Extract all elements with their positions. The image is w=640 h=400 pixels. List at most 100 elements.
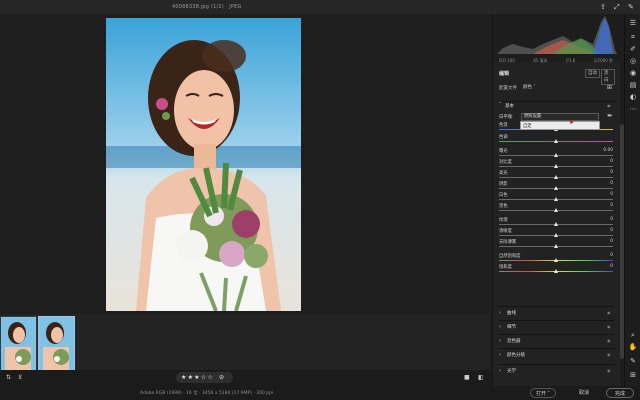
slider-value[interactable]: 0.00 bbox=[603, 148, 613, 153]
slider-row[interactable]: 阴影 0 bbox=[499, 181, 615, 191]
slider-value[interactable]: 0 bbox=[610, 217, 613, 222]
sort-icon[interactable]: ⇅ bbox=[6, 374, 11, 381]
more-icon[interactable]: ⋯ bbox=[628, 104, 638, 114]
slider-thumb[interactable] bbox=[554, 269, 558, 273]
slider-row[interactable]: 黑色 0 bbox=[499, 203, 615, 213]
app-window: 40088338.jpg (1/2) · JPEG ⇪ ⤢ ✎ ⇅ ⊻ ★★★☆… bbox=[0, 0, 640, 400]
eyedropper-icon[interactable]: ✒ bbox=[607, 112, 613, 120]
thumbnail-1[interactable] bbox=[0, 316, 37, 371]
slider-row[interactable]: 白色 0 bbox=[499, 192, 615, 202]
chevron-right-icon[interactable]: › bbox=[499, 368, 501, 374]
slider-row[interactable]: 去除薄雾 0 bbox=[499, 239, 615, 249]
masking-icon[interactable]: ◎ bbox=[628, 56, 638, 66]
slider-row[interactable]: 清晰度 0 bbox=[499, 228, 615, 238]
crop-icon[interactable]: ⌗ bbox=[628, 32, 638, 42]
healing-brush-icon[interactable]: ✐ bbox=[628, 44, 638, 54]
slider-thumb[interactable] bbox=[554, 222, 558, 226]
filter-icon[interactable]: ⊻ bbox=[18, 374, 22, 381]
auto-button[interactable]: 自动 bbox=[585, 69, 600, 78]
slider-row[interactable]: 自然饱和度 0 bbox=[499, 253, 615, 263]
eye-icon[interactable]: ◉ bbox=[607, 352, 611, 357]
slider-thumb[interactable] bbox=[554, 139, 558, 143]
image-canvas[interactable] bbox=[0, 14, 490, 314]
eye-icon[interactable]: ◉ bbox=[607, 324, 611, 329]
slider-row[interactable]: 纹理 0 bbox=[499, 217, 615, 227]
single-view-icon[interactable]: ■ bbox=[464, 374, 470, 381]
grid-overlay-icon[interactable]: ⊞ bbox=[628, 370, 638, 380]
slider-value[interactable]: 0 bbox=[610, 170, 613, 175]
white-balance-dropdown-option[interactable]: 自定 ➤ bbox=[520, 119, 600, 130]
eye-icon[interactable]: ◉ bbox=[607, 103, 611, 108]
slider-thumb[interactable] bbox=[554, 244, 558, 248]
open-button[interactable]: 打开 ˅ bbox=[530, 388, 556, 398]
white-balance-select[interactable]: 原照设置 bbox=[521, 113, 599, 121]
dropdown-option-label[interactable]: 自定 bbox=[523, 124, 532, 129]
reject-icon[interactable]: ⊘ bbox=[219, 374, 225, 381]
bw-button[interactable]: 黑白 bbox=[601, 69, 615, 85]
hand-icon[interactable]: ✋ bbox=[628, 342, 638, 352]
slider-value[interactable]: 0 bbox=[610, 253, 613, 258]
slider-thumb[interactable] bbox=[554, 186, 558, 190]
slider-thumb[interactable] bbox=[554, 175, 558, 179]
slider-thumb[interactable] bbox=[554, 153, 558, 157]
slider-thumb[interactable] bbox=[554, 208, 558, 212]
slider-value[interactable]: 0 bbox=[610, 228, 613, 233]
slider-label: 高光 bbox=[499, 171, 508, 176]
panel-section-header[interactable]: › 颜色分级 ◉ bbox=[499, 348, 615, 360]
title-bar: 40088338.jpg (1/2) · JPEG ⇪ ⤢ ✎ bbox=[0, 0, 640, 14]
chevron-right-icon[interactable]: › bbox=[499, 324, 501, 330]
panel-section-header[interactable]: › 混色器 ◉ bbox=[499, 334, 615, 346]
panel-section-header[interactable]: › 细节 ◉ bbox=[499, 320, 615, 332]
presets-icon[interactable]: ◐ bbox=[628, 92, 638, 102]
edit-header: 编辑 自动 黑白 bbox=[499, 69, 615, 85]
chevron-right-icon[interactable]: › bbox=[499, 352, 501, 358]
slider-thumb[interactable] bbox=[554, 197, 558, 201]
cancel-button[interactable]: 取消 bbox=[572, 388, 596, 398]
chevron-right-icon[interactable]: › bbox=[499, 310, 501, 316]
slider-value[interactable]: 0 bbox=[610, 203, 613, 208]
white-balance-label: 白平衡 bbox=[499, 115, 513, 120]
basic-section-header[interactable]: ˅ 基本 ◉ bbox=[499, 101, 615, 109]
main-photo[interactable] bbox=[106, 18, 301, 311]
slider-label: 色调 bbox=[499, 135, 508, 140]
eyedropper-tool-icon[interactable]: ✎ bbox=[628, 356, 638, 366]
panel-section-header[interactable]: › 光学 ◉ bbox=[499, 364, 615, 376]
thumbnail-2[interactable] bbox=[38, 316, 75, 371]
chevron-right-icon[interactable]: › bbox=[499, 338, 501, 344]
edit-sliders-icon[interactable]: ☰ bbox=[628, 18, 638, 28]
done-button[interactable]: 完成 bbox=[606, 388, 634, 398]
white-balance-value: 原照设置 bbox=[524, 114, 542, 119]
panel-section-header[interactable]: › 曲线 ◉ bbox=[499, 306, 615, 318]
profile-browser-icon[interactable]: ⊞ bbox=[607, 84, 612, 91]
slider-value[interactable]: 0 bbox=[610, 239, 613, 244]
section-label: 光学 bbox=[507, 369, 516, 374]
slider-label: 饱和度 bbox=[499, 265, 512, 270]
slider-value[interactable]: 0 bbox=[610, 264, 613, 269]
eye-icon[interactable]: ◉ bbox=[607, 368, 611, 373]
pen-icon[interactable]: ✎ bbox=[628, 3, 634, 11]
star-rating[interactable]: ★★★☆☆ ⊘ bbox=[176, 372, 233, 383]
slider-row[interactable]: 高光 0 bbox=[499, 170, 615, 180]
slider-row[interactable]: 对比度 0 bbox=[499, 159, 615, 169]
compare-view-icon[interactable]: ◧ bbox=[478, 374, 484, 381]
eye-icon[interactable]: ◉ bbox=[607, 310, 611, 315]
expand-icon[interactable]: ⤢ bbox=[614, 3, 620, 11]
snapshots-icon[interactable]: ▤ bbox=[628, 80, 638, 90]
profile-row: 配置文件 颜色 ˅ ⊞ bbox=[499, 84, 615, 93]
zoom-icon[interactable]: ⌕ bbox=[628, 330, 638, 340]
slider-thumb[interactable] bbox=[554, 233, 558, 237]
red-eye-icon[interactable]: ◉ bbox=[628, 68, 638, 78]
share-icon[interactable]: ⇪ bbox=[600, 3, 606, 11]
slider-thumb[interactable] bbox=[554, 258, 558, 262]
slider-row[interactable]: 色调 bbox=[499, 134, 615, 144]
slider-thumb[interactable] bbox=[554, 164, 558, 168]
slider-value[interactable]: 0 bbox=[610, 181, 613, 186]
slider-value[interactable]: 0 bbox=[610, 192, 613, 197]
chevron-down-icon[interactable]: ˅ bbox=[499, 102, 502, 108]
rating-stars[interactable]: ★★★☆☆ bbox=[181, 374, 214, 381]
slider-row[interactable]: 曝光 0.00 bbox=[499, 148, 615, 158]
slider-value[interactable]: 0 bbox=[610, 159, 613, 164]
eye-icon[interactable]: ◉ bbox=[607, 338, 611, 343]
slider-row[interactable]: 饱和度 0 bbox=[499, 264, 615, 274]
profile-select[interactable]: 颜色 ˅ bbox=[521, 84, 591, 92]
